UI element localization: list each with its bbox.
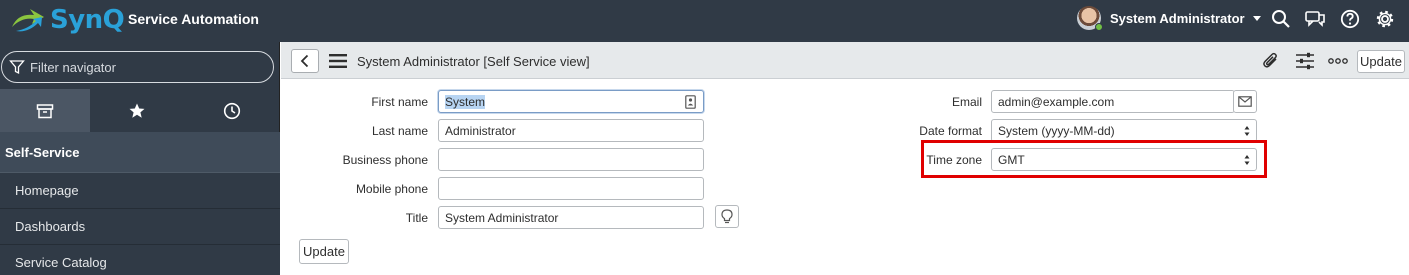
application-navigator: Self-Service Homepage Dashboards Service… xyxy=(0,42,280,275)
mobile-phone-label: Mobile phone xyxy=(355,182,428,196)
presence-indicator xyxy=(1095,23,1103,31)
synq-logo-icon xyxy=(12,9,44,32)
all-apps-icon xyxy=(36,103,54,118)
top-banner: SynQ Service Automation System Administr… xyxy=(0,0,1409,42)
logo[interactable]: SynQ xyxy=(8,3,125,37)
send-email-button[interactable] xyxy=(1233,90,1257,113)
history-clock-icon xyxy=(223,102,240,119)
email-label: Email xyxy=(951,95,982,109)
header-update-button[interactable]: Update xyxy=(1357,50,1405,73)
personalize-sliders-icon[interactable] xyxy=(1294,51,1316,71)
last-name-label: Last name xyxy=(371,124,428,138)
app-title: Service Automation xyxy=(128,11,259,27)
time-zone-highlight xyxy=(921,140,1267,178)
contact-card-icon[interactable] xyxy=(685,95,696,109)
form-header: System Administrator [Self Service view]… xyxy=(281,42,1409,79)
first-name-value: System xyxy=(445,95,486,109)
navigator-tabs xyxy=(0,89,280,132)
nav-section-self-service[interactable]: Self-Service xyxy=(0,132,280,173)
back-button[interactable] xyxy=(291,49,319,73)
mobile-phone-field[interactable] xyxy=(438,177,704,200)
title-value: System Administrator xyxy=(445,211,559,225)
suggestion-button[interactable] xyxy=(715,205,739,228)
favorites-star-icon xyxy=(129,103,144,118)
tab-history[interactable] xyxy=(183,89,280,132)
attachment-icon[interactable] xyxy=(1260,51,1282,71)
chevron-down-icon xyxy=(1252,15,1261,21)
avatar xyxy=(1077,6,1103,31)
email-value: admin@example.com xyxy=(998,95,1115,109)
logo-text: SynQ xyxy=(50,5,125,35)
last-name-value: Administrator xyxy=(445,124,516,138)
tab-all-applications[interactable] xyxy=(0,89,90,132)
form-title: System Administrator [Self Service view] xyxy=(357,54,590,69)
date-format-value: System (yyyy-MM-dd) xyxy=(998,124,1115,138)
context-menu-icon[interactable] xyxy=(329,54,347,68)
chevron-left-icon xyxy=(300,54,309,68)
help-icon[interactable] xyxy=(1339,8,1361,30)
filter-navigator-input[interactable] xyxy=(30,59,250,75)
first-name-field[interactable]: System xyxy=(438,90,704,113)
search-icon[interactable] xyxy=(1270,8,1292,30)
lightbulb-icon xyxy=(721,209,733,224)
nav-module-dashboards[interactable]: Dashboards xyxy=(0,209,280,245)
user-menu[interactable]: System Administrator xyxy=(1077,5,1261,31)
business-phone-field[interactable] xyxy=(438,148,704,171)
tab-favorites[interactable] xyxy=(90,89,183,132)
first-name-label: First name xyxy=(371,95,428,109)
update-button[interactable]: Update xyxy=(299,239,349,264)
business-phone-label: Business phone xyxy=(342,153,428,167)
envelope-icon xyxy=(1238,96,1252,107)
date-format-select[interactable]: System (yyyy-MM-dd) xyxy=(991,119,1257,142)
user-name: System Administrator xyxy=(1110,10,1245,26)
more-options-icon[interactable] xyxy=(1327,51,1349,71)
chat-icon[interactable] xyxy=(1304,8,1326,30)
filter-navigator[interactable] xyxy=(1,51,274,83)
date-format-label: Date format xyxy=(919,124,982,138)
nav-module-service-catalog[interactable]: Service Catalog xyxy=(0,245,280,275)
title-field[interactable]: System Administrator xyxy=(438,206,704,229)
filter-funnel-icon xyxy=(9,60,25,75)
title-label: Title xyxy=(405,211,428,225)
last-name-field[interactable]: Administrator xyxy=(438,119,704,142)
email-field[interactable]: admin@example.com xyxy=(991,90,1235,113)
nav-module-homepage[interactable]: Homepage xyxy=(0,173,280,209)
gear-icon[interactable] xyxy=(1374,8,1396,30)
select-arrows-icon xyxy=(1244,126,1250,136)
